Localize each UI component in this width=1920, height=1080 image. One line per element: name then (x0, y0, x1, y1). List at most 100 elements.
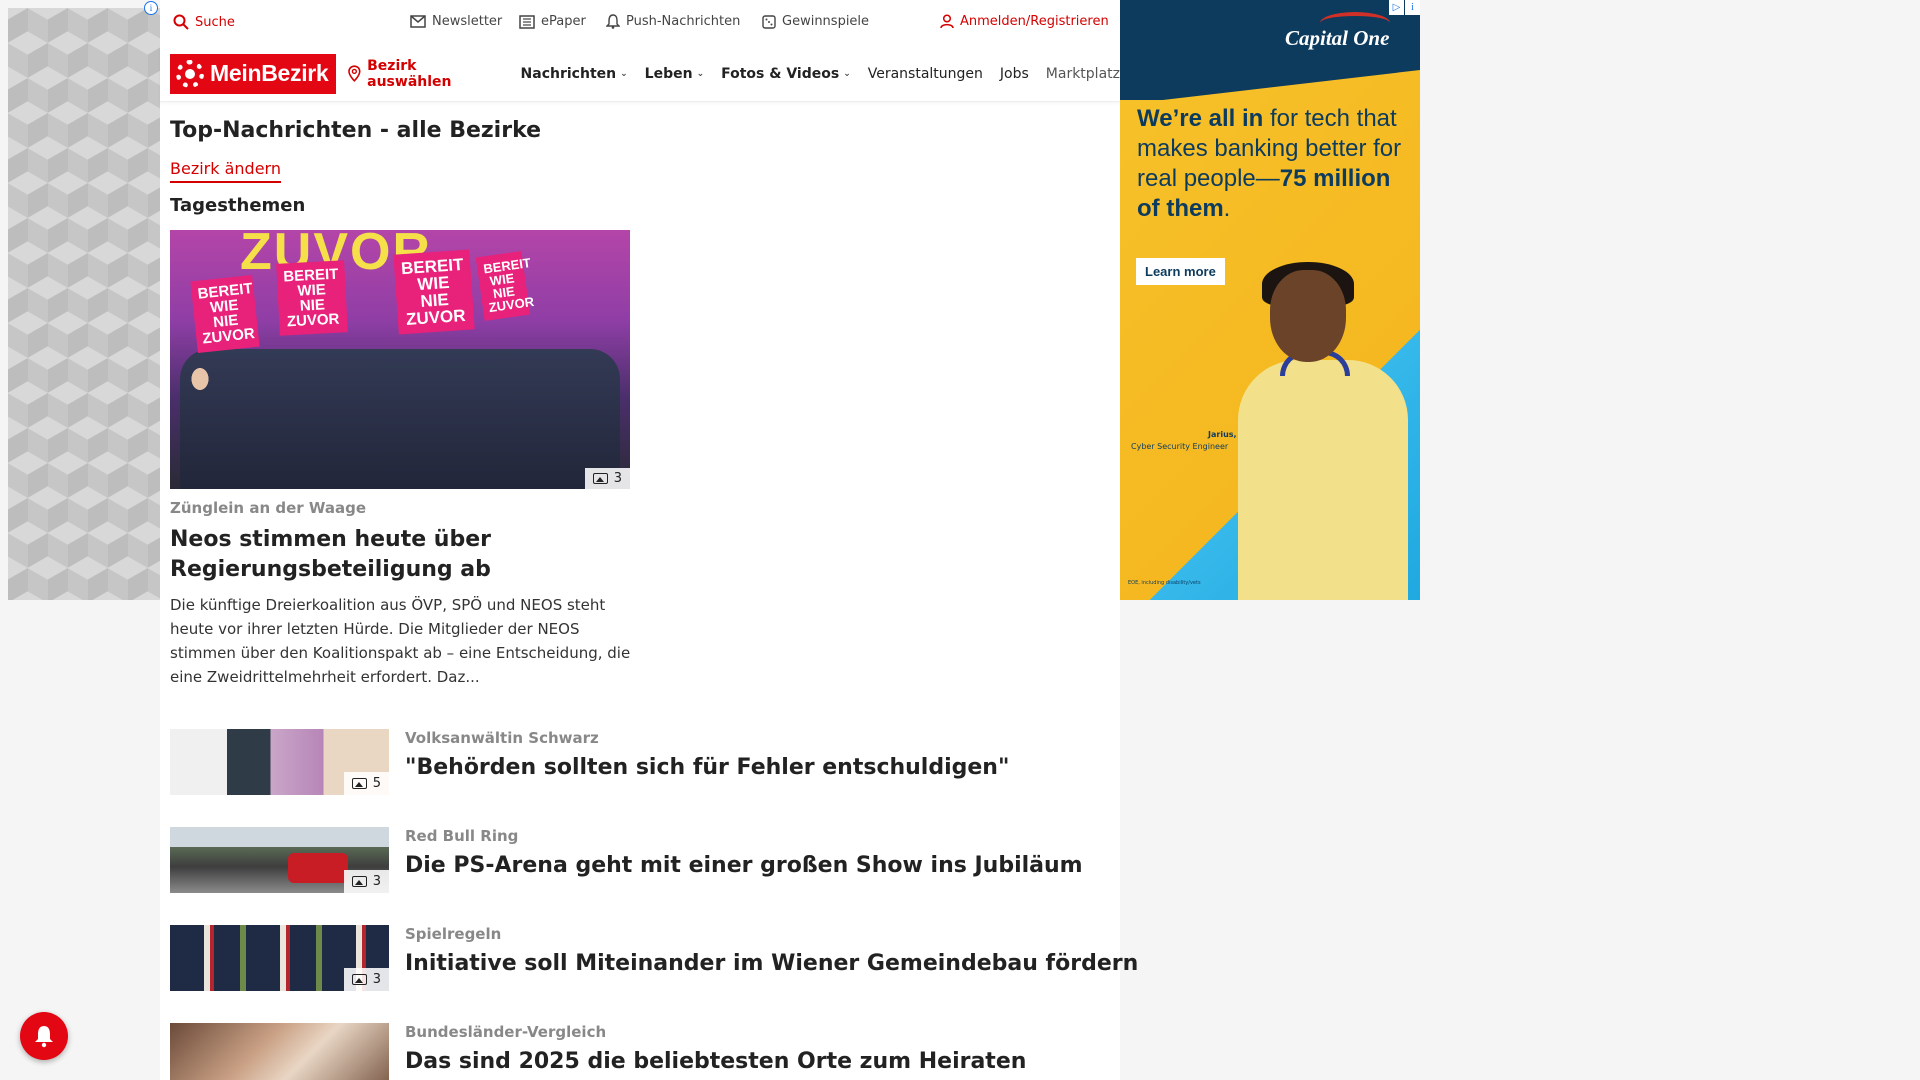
article-list: 5 Volksanwältin Schwarz "Behörden sollte… (170, 729, 1138, 1080)
epaper-label: ePaper (541, 14, 586, 29)
epaper-link[interactable]: ePaper (519, 14, 586, 29)
article-title[interactable]: Die PS-Arena geht mit einer großen Show … (405, 853, 1083, 878)
search-link[interactable]: Suche (173, 14, 235, 30)
ad-person-head (1270, 270, 1346, 362)
lead-image-crowd (180, 349, 620, 489)
page-title: Top-Nachrichten - alle Bezirke (170, 118, 542, 143)
learn-more-button[interactable]: Learn more (1136, 258, 1225, 285)
ad-headline-bold: We’re all in (1137, 105, 1264, 132)
article-kicker: Red Bull Ring (405, 827, 519, 845)
image-count-badge: 3 (343, 968, 389, 991)
ad-headline: We’re all in for tech that makes banking… (1137, 104, 1407, 224)
nav-item-label: Jobs (999, 65, 1029, 82)
ad-caption-name: Jarius, (1208, 430, 1237, 439)
logo-text: MeinBezirk (210, 60, 329, 86)
gallery-icon (592, 473, 608, 484)
lead-image-sign: BEREIT WIE NIE ZUVOR (393, 249, 475, 335)
article-thumbnail[interactable]: 3 (170, 827, 389, 893)
article-title[interactable]: "Behörden sollten sich für Fehler entsch… (405, 755, 1009, 780)
bell-icon (606, 14, 620, 29)
ad-person-shirt (1238, 360, 1408, 600)
car-shape (288, 853, 348, 883)
user-icon (940, 14, 954, 29)
logo-mark-icon (176, 59, 204, 88)
search-icon (173, 14, 189, 30)
image-count: 5 (372, 776, 381, 791)
list-item[interactable]: 3 Red Bull Ring Die PS-Arena geht mit ei… (170, 827, 1110, 893)
lead-article-image[interactable]: ZUVOR BEREIT WIE NIE ZUVOR BEREIT WIE NI… (170, 230, 630, 489)
article-title[interactable]: Das sind 2025 die beliebtesten Orte zum … (405, 1049, 1026, 1074)
nav-item-jobs[interactable]: Jobs (1000, 66, 1029, 82)
image-count: 3 (372, 874, 381, 889)
dice-icon (762, 14, 776, 29)
list-item[interactable]: 5 Volksanwältin Schwarz "Behörden sollte… (170, 729, 1110, 795)
ad-choices-icon[interactable]: ▷ (1389, 0, 1404, 15)
ad-headline-end: . (1223, 195, 1231, 222)
gewinnspiele-link[interactable]: Gewinnspiele (762, 14, 869, 29)
lead-title[interactable]: Neos stimmen heute über Regierungsbeteil… (170, 525, 640, 585)
change-bezirk-link[interactable]: Bezirk ändern (170, 159, 281, 183)
main-column: Suche Newsletter ePaper Push-Nachrichten… (160, 0, 1138, 1080)
image-count-badge: 5 (343, 772, 389, 795)
top-utility-bar: Suche Newsletter ePaper Push-Nachrichten… (160, 0, 1120, 46)
mail-icon (410, 15, 426, 28)
gallery-icon (351, 778, 367, 789)
content-area: Top-Nachrichten - alle Bezirke Bezirk än… (160, 118, 1138, 1080)
article-kicker: Bundesländer-Vergleich (405, 1023, 607, 1041)
nav-item-fotos-videos[interactable]: Fotos & Videos ⌄ (721, 66, 851, 82)
nav-item-label: Marktplatz (1045, 65, 1120, 82)
gallery-icon (351, 876, 367, 887)
nav-item-label: Leben (644, 65, 693, 82)
gewinnspiele-label: Gewinnspiele (782, 14, 870, 29)
bezirk-select-button[interactable]: Bezirk auswählen (348, 58, 502, 90)
nav-item-label: Nachrichten (520, 65, 617, 82)
article-thumbnail[interactable] (170, 1023, 389, 1080)
ad-info-icon[interactable]: i (144, 1, 158, 15)
list-item[interactable]: Bundesländer-Vergleich Das sind 2025 die… (170, 1023, 1110, 1080)
notification-bell-button[interactable] (20, 1012, 68, 1060)
push-link[interactable]: Push-Nachrichten (606, 14, 740, 29)
main-navigation: MeinBezirk Bezirk auswählen Nachrichten … (160, 46, 1120, 102)
ad-fine-print: EOE, including disability/vets (1128, 580, 1201, 586)
lead-image-sign: BEREIT WIE NIE ZUVOR (276, 260, 348, 336)
article-thumbnail[interactable]: 5 (170, 729, 389, 795)
gallery-icon (351, 974, 367, 985)
article-kicker: Volksanwältin Schwarz (405, 729, 599, 747)
image-count-badge: 3 (343, 870, 389, 893)
chevron-down-icon: ⌄ (696, 68, 705, 79)
nav-item-leben[interactable]: Leben ⌄ (645, 66, 704, 82)
newsletter-link[interactable]: Newsletter (410, 14, 502, 29)
article-kicker: Spielregeln (405, 925, 502, 943)
login-label: Anmelden/Registrieren (960, 14, 1109, 29)
ad-caption-role: Cyber Security Engineer (1131, 442, 1229, 451)
chevron-down-icon: ⌄ (620, 68, 628, 79)
bezirk-select-label: Bezirk auswählen (367, 57, 452, 90)
lead-teaser: Die künftige Dreierkoalition aus ÖVP, SP… (170, 596, 631, 686)
search-label: Suche (195, 14, 235, 30)
image-count: 3 (613, 471, 622, 486)
ad-choices[interactable]: ▷ i (1389, 0, 1420, 15)
lead-image-sign: BEREIT WIE NIE ZUVOR (190, 274, 260, 354)
capital-one-logo: Capital One (1285, 26, 1390, 50)
image-count: 3 (372, 972, 381, 987)
bell-icon (35, 1026, 53, 1048)
login-link[interactable]: Anmelden/Registrieren (940, 14, 1109, 29)
nav-item-veranstaltungen[interactable]: Veranstaltungen (868, 66, 983, 82)
nav-item-label: Veranstaltungen (867, 65, 983, 82)
ad-info-icon[interactable]: i (1405, 0, 1420, 15)
push-label: Push-Nachrichten (626, 14, 741, 29)
nav-items: Nachrichten ⌄ Leben ⌄ Fotos & Videos ⌄ V… (521, 66, 1120, 82)
nav-item-nachrichten[interactable]: Nachrichten ⌄ (521, 66, 628, 82)
article-thumbnail[interactable]: 3 (170, 925, 389, 991)
nav-item-marktplatz[interactable]: Marktplatz (1046, 66, 1120, 82)
nav-item-label: Fotos & Videos (721, 65, 840, 82)
location-pin-icon (348, 65, 361, 82)
capital-one-ad[interactable]: Capital One ▷ i We’re all in for tech th… (1120, 0, 1420, 600)
article-title[interactable]: Initiative soll Miteinander im Wiener Ge… (405, 951, 1138, 976)
newsletter-label: Newsletter (432, 14, 503, 29)
newspaper-icon (519, 14, 535, 29)
left-skin-ad[interactable] (8, 8, 160, 600)
meinbezirk-logo[interactable]: MeinBezirk (170, 53, 337, 94)
lead-kicker: Zünglein an der Waage (170, 499, 367, 517)
list-item[interactable]: 3 Spielregeln Initiative soll Miteinande… (170, 925, 1138, 991)
